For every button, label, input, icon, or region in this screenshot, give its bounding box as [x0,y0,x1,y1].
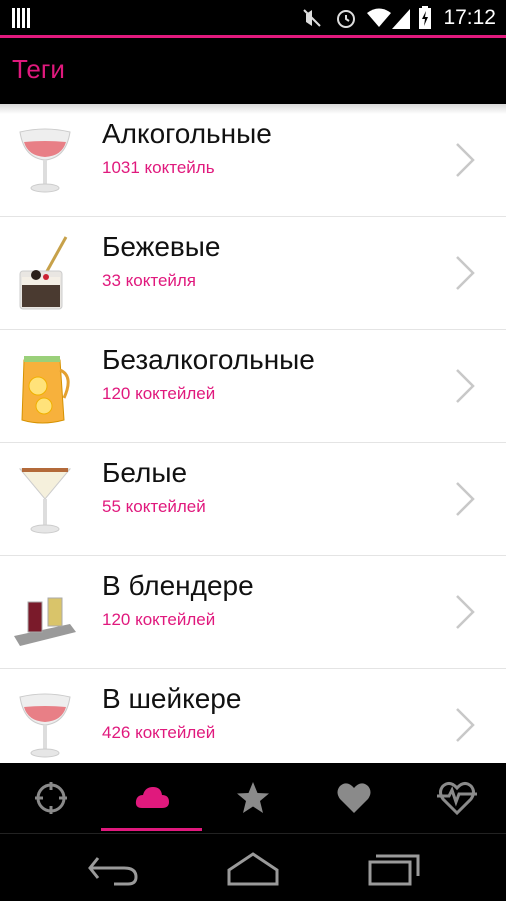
tab-cloud[interactable] [101,763,202,833]
tab-target[interactable] [0,763,101,833]
list-item[interactable]: В блендере 120 коктейлей [0,556,506,669]
dessert-glass-with-spoon-icon [19,236,68,310]
smoothie-glasses-tray-icon [14,597,76,646]
bottom-tab-bar [0,763,506,833]
heart-icon [337,783,371,813]
battery-icon [419,6,431,29]
tag-name: Безалкогольные [102,344,315,375]
wifi-icon [367,8,391,27]
chevron-right-icon [456,708,475,742]
status-bar: 17:12 [0,0,506,36]
star-icon [237,782,269,813]
tag-list[interactable]: Алкогольные 1031 коктейль Бежевые 33 кок… [0,104,506,763]
notification-icon [12,8,30,28]
cloud-icon [135,787,169,808]
tab-heart[interactable] [303,763,404,833]
heart-pulse-icon [437,781,477,816]
mute-icon [303,9,321,27]
tab-heart-pulse[interactable] [404,763,505,833]
signal-icon [392,9,410,29]
tag-name: Алкогольные [102,118,272,149]
chevron-right-icon [456,369,475,403]
chevron-right-icon [456,595,475,629]
list-item[interactable]: Белые 55 коктейлей [0,443,506,556]
alarm-icon [337,10,355,28]
active-tab-indicator [101,828,202,831]
tag-name: Бежевые [102,231,221,262]
home-icon[interactable] [223,846,283,890]
tag-count: 120 коктейлей [102,384,216,403]
tab-star[interactable] [202,763,303,833]
system-nav-bar [0,833,506,901]
tag-count: 426 коктейлей [102,723,216,742]
target-icon [35,782,67,814]
app-bar: Теги [0,38,506,104]
pink-coupe-glass-icon [19,128,71,193]
list-item[interactable]: Бежевые 33 коктейля [0,217,506,330]
list-item[interactable]: В шейкере 426 коктейлей [0,669,506,763]
pink-coupe-glass-icon [19,693,71,758]
tag-count: 33 коктейля [102,271,197,290]
tag-name: Белые [102,457,188,488]
tag-name: В шейкере [102,683,242,714]
list-item[interactable]: Алкогольные 1031 коктейль [0,104,506,217]
chevron-right-icon [456,482,475,516]
tag-name: В блендере [102,570,254,601]
chevron-right-icon [456,256,475,290]
tag-count: 1031 коктейль [102,158,215,177]
tag-count: 120 коктейлей [102,610,216,629]
recents-icon[interactable] [364,846,424,890]
white-martini-glass-icon [18,468,72,534]
tag-count: 55 коктейлей [102,497,206,516]
back-icon[interactable] [84,846,144,890]
list-item[interactable]: Безалкогольные 120 коктейлей [0,330,506,443]
chevron-right-icon [456,143,475,177]
lemonade-pitcher-icon [21,356,70,424]
page-title: Теги [12,54,65,84]
status-time: 17:12 [443,6,496,29]
